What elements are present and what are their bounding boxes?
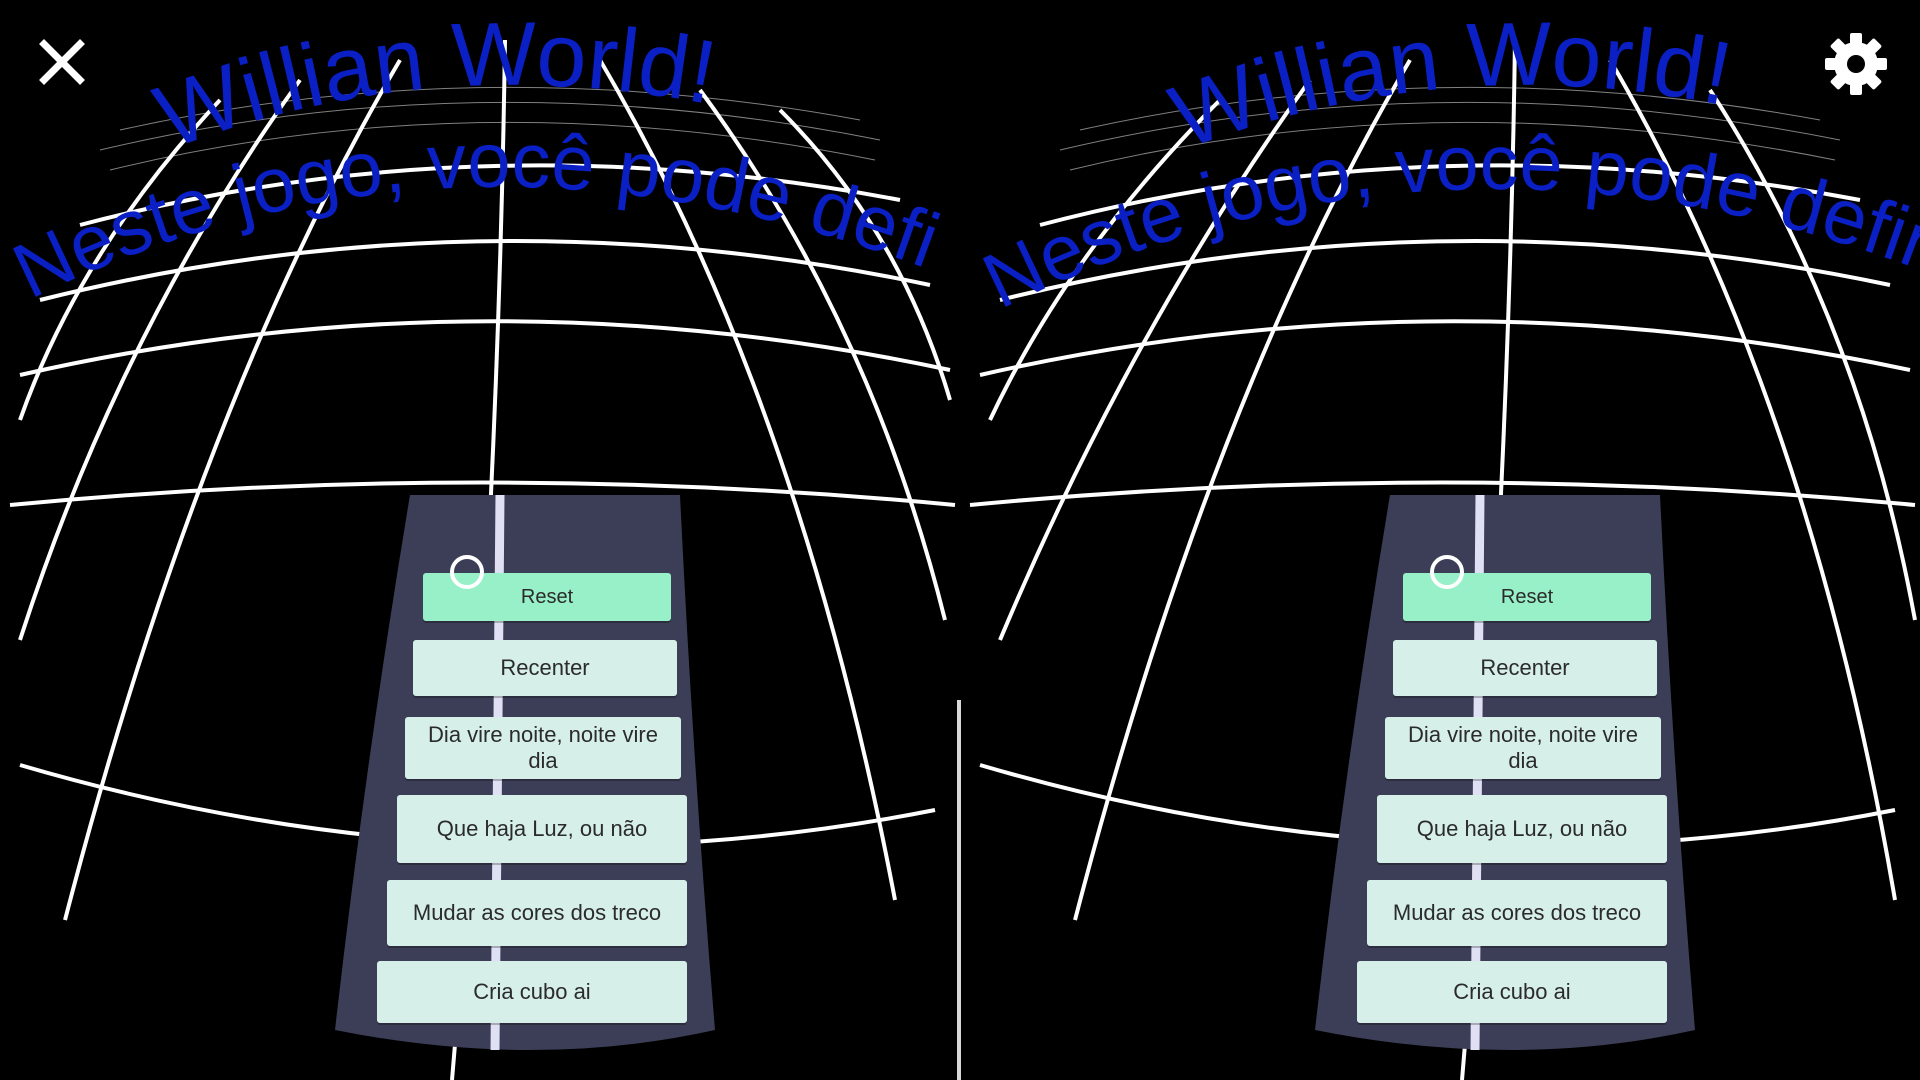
day-night-button-right[interactable]: Dia vire noite, noite vire dia — [1385, 717, 1661, 779]
recenter-button[interactable]: Recenter — [413, 640, 677, 696]
toggle-light-button[interactable]: Que haja Luz, ou não — [397, 795, 687, 863]
left-eye-view: Willian World! Neste jogo, você pode def… — [0, 0, 960, 1080]
gear-icon — [1825, 33, 1887, 95]
change-colors-button-right[interactable]: Mudar as cores dos treco — [1367, 880, 1667, 946]
right-eye-view: Willian World! Neste jogo, você pode def… — [960, 0, 1920, 1080]
vr-stereo-viewport: Willian World! Neste jogo, você pode def… — [0, 0, 1920, 1080]
create-cube-button[interactable]: Cria cubo ai — [377, 961, 687, 1023]
change-colors-button[interactable]: Mudar as cores dos treco — [387, 880, 687, 946]
right-menu-panel: Reset Recenter Dia vire noite, noite vir… — [1315, 495, 1695, 1050]
recenter-button-right[interactable]: Recenter — [1393, 640, 1657, 696]
day-night-button[interactable]: Dia vire noite, noite vire dia — [405, 717, 681, 779]
toggle-light-button-right[interactable]: Que haja Luz, ou não — [1377, 795, 1667, 863]
settings-button[interactable] — [1820, 28, 1892, 100]
create-cube-button-right[interactable]: Cria cubo ai — [1357, 961, 1667, 1023]
close-icon — [39, 39, 85, 85]
gaze-reticle-right — [1430, 555, 1464, 589]
close-button[interactable] — [32, 32, 92, 92]
gaze-reticle-left — [450, 555, 484, 589]
left-menu-panel: Reset Recenter Dia vire noite, noite vir… — [335, 495, 715, 1050]
